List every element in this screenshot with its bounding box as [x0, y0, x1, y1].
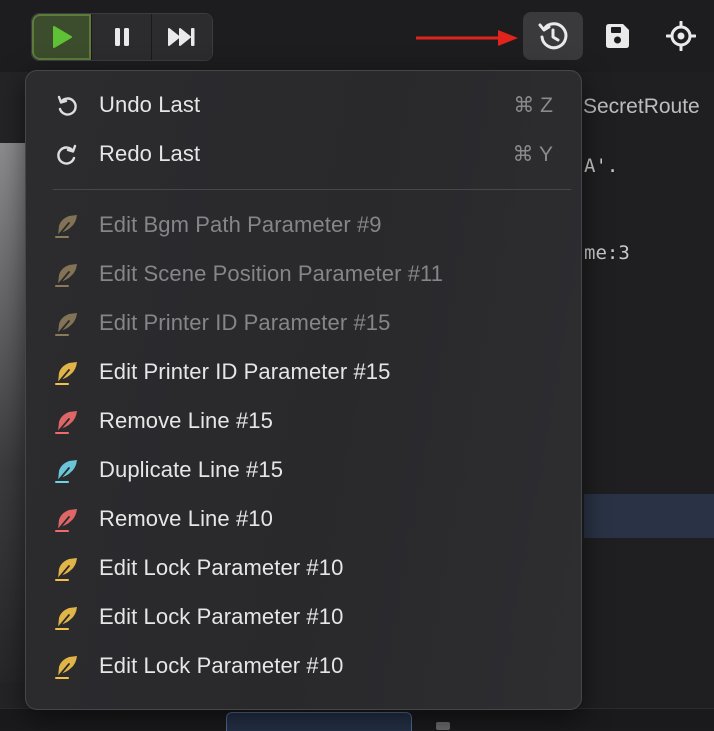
menu-item-label: Undo Last	[99, 92, 201, 117]
quill-icon	[54, 311, 80, 337]
quill-icon	[54, 507, 80, 533]
menu-item-label: Duplicate Line #15	[99, 457, 284, 482]
quill-icon	[54, 360, 80, 386]
menu-item-label: Edit Bgm Path Parameter #9	[99, 212, 382, 237]
pause-button[interactable]	[92, 14, 152, 60]
menu-item-label: Remove Line #15	[99, 408, 273, 433]
play-button[interactable]	[32, 14, 92, 60]
undo-last-item[interactable]: Undo Last ⌘ Z	[26, 82, 583, 128]
quill-icon	[54, 605, 80, 631]
quill-icon	[54, 409, 80, 435]
menu-item-label: Edit Lock Parameter #10	[99, 555, 344, 580]
save-button[interactable]	[587, 12, 647, 60]
skip-forward-button[interactable]	[152, 14, 212, 60]
playback-controls	[31, 13, 213, 61]
code-line: me:3	[584, 242, 630, 264]
quill-icon	[54, 262, 80, 288]
quill-icon	[54, 458, 80, 484]
annotation-arrow	[416, 30, 518, 46]
pause-icon	[114, 28, 129, 46]
history-item: Edit Scene Position Parameter #11	[26, 251, 583, 297]
history-item[interactable]: Edit Printer ID Parameter #15	[26, 349, 583, 395]
menu-item-label: Edit Printer ID Parameter #15	[99, 359, 391, 384]
crosshair-icon	[666, 21, 696, 51]
history-item[interactable]: Edit Lock Parameter #10	[26, 594, 583, 640]
bottom-tab-active[interactable]	[226, 712, 412, 731]
save-icon	[606, 24, 629, 48]
quill-icon	[54, 556, 80, 582]
history-item: Edit Bgm Path Parameter #9	[26, 202, 583, 248]
quill-icon	[54, 213, 80, 239]
menu-item-label: Edit Lock Parameter #10	[99, 653, 344, 678]
top-toolbar	[0, 0, 714, 72]
redo-last-item[interactable]: Redo Last ⌘ Y	[26, 131, 583, 177]
history-item[interactable]: Edit Lock Parameter #10	[26, 643, 583, 689]
history-item[interactable]: Edit Lock Parameter #10	[26, 545, 583, 591]
menu-item-label: Edit Scene Position Parameter #11	[99, 261, 444, 286]
history-button[interactable]	[523, 12, 583, 60]
skip-forward-icon	[168, 28, 195, 46]
bottom-tab-icon[interactable]	[436, 722, 450, 730]
shortcut-label: ⌘ Y	[512, 142, 553, 166]
play-icon	[52, 26, 72, 48]
history-menu: Undo Last ⌘ Z Redo Last ⌘ Y Edit Bgm Pat…	[25, 70, 582, 710]
route-label: SecretRoute	[583, 95, 700, 118]
history-item[interactable]: Duplicate Line #15	[26, 447, 583, 493]
menu-item-label: Redo Last	[99, 141, 201, 166]
menu-item-label: Remove Line #10	[99, 506, 273, 531]
history-item: Edit Printer ID Parameter #15	[26, 300, 583, 346]
history-item[interactable]: Remove Line #10	[26, 496, 583, 542]
selected-line-highlight	[584, 494, 714, 538]
locate-button[interactable]	[651, 12, 711, 60]
menu-divider	[53, 189, 571, 190]
history-icon	[538, 22, 568, 50]
code-line: A'.	[584, 155, 619, 177]
redo-icon	[54, 142, 80, 168]
shortcut-label: ⌘ Z	[513, 93, 553, 117]
history-item[interactable]: Remove Line #15	[26, 398, 583, 444]
menu-item-label: Edit Printer ID Parameter #15	[99, 310, 391, 335]
quill-icon	[54, 654, 80, 680]
menu-item-label: Edit Lock Parameter #10	[99, 604, 344, 629]
undo-icon	[54, 93, 80, 119]
